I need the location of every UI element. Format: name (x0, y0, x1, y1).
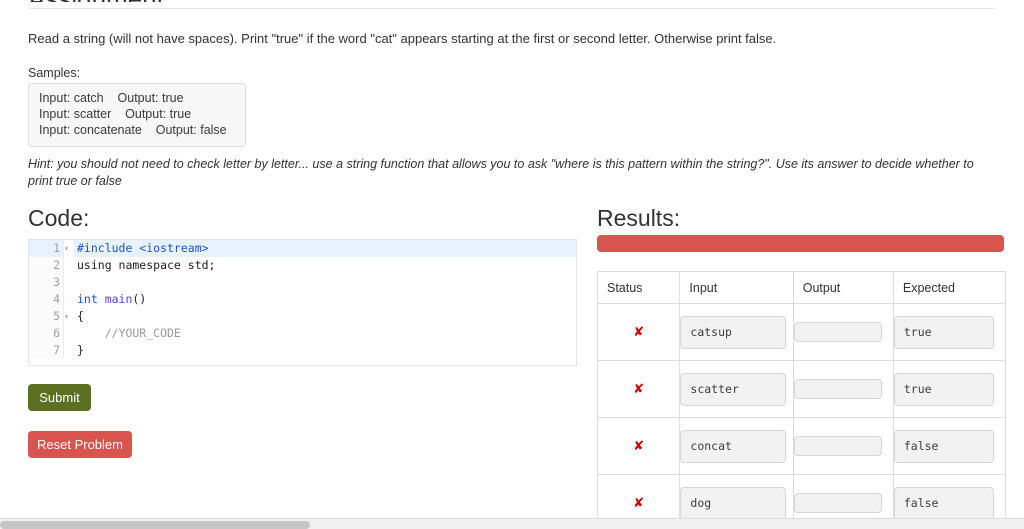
test-expected-field[interactable]: true (893, 372, 994, 406)
input-cell: catsup (679, 303, 794, 361)
page-title-text: Assignment (28, 0, 996, 2)
samples-box: Input: catch Output: true Input: scatter… (28, 83, 246, 147)
code-line[interactable]: 7} (29, 342, 576, 359)
code-line-text: int main() (77, 292, 147, 306)
samples-label: Samples: (28, 66, 81, 80)
expected-cell: false (892, 474, 1007, 519)
code-line-text (74, 274, 576, 291)
test-input-field[interactable]: catsup (680, 315, 787, 349)
test-input-field[interactable]: dog (680, 486, 787, 519)
fail-x-icon: ✘ (633, 496, 645, 511)
results-section-heading: Results: (597, 205, 681, 231)
output-cell (792, 474, 894, 519)
table-row: ✘ dog false (596, 474, 1007, 519)
submit-button[interactable]: Submit (28, 384, 91, 411)
gutter-divider (63, 257, 74, 274)
test-input-field[interactable]: scatter (680, 372, 787, 406)
results-table: Status Input Output Expected ✘ catsup true… (596, 271, 1007, 519)
input-cell: dog (679, 474, 794, 519)
code-line-text: #include <iostream> (74, 240, 576, 257)
header-divider (28, 8, 996, 9)
status-cell: ✘ (596, 360, 681, 418)
code-fold-toggle-icon[interactable]: ▾ (62, 308, 71, 325)
scrollbar-thumb[interactable] (0, 521, 310, 529)
sample-row: Input: scatter Output: true (39, 107, 192, 121)
table-header-row: Status Input Output Expected (596, 271, 1007, 304)
status-cell: ✘ (596, 474, 681, 519)
input-cell: concat (679, 417, 794, 475)
code-line[interactable]: 5 ▾ { (29, 308, 576, 325)
code-fold-toggle-icon[interactable]: ▾ (62, 240, 71, 257)
line-number: 3 (29, 274, 63, 291)
output-cell (792, 417, 894, 475)
line-number: 7 (29, 342, 63, 359)
line-number: 6 (29, 325, 63, 342)
column-header-expected: Expected (892, 271, 1007, 304)
code-editor[interactable]: 1 ▾ #include <iostream> 2 using namespace st… (28, 239, 577, 366)
cut-off-page-title: Assignment (28, 0, 996, 2)
fail-x-icon: ✘ (633, 382, 645, 397)
hint-text: Hint: you should not need to check lette… (28, 157, 974, 188)
results-progress-bar (597, 235, 1004, 252)
line-number: 4 (29, 291, 63, 308)
table-row: ✘ catsup true (596, 303, 1007, 361)
fail-x-icon: ✘ (633, 439, 645, 454)
status-cell: ✘ (596, 303, 681, 361)
horizontal-scrollbar[interactable] (0, 518, 1024, 529)
table-row: ✘ concat false (596, 417, 1007, 475)
test-expected-field[interactable]: false (893, 429, 994, 463)
line-number: 5 ▾ (29, 308, 69, 325)
gutter-divider (63, 274, 74, 291)
test-expected-field[interactable]: true (893, 315, 994, 349)
input-cell: scatter (679, 360, 794, 418)
gutter-divider (63, 325, 74, 342)
test-expected-field[interactable]: false (893, 486, 994, 519)
expected-cell: true (892, 303, 1007, 361)
code-section-heading: Code: (28, 205, 90, 231)
sample-row: Input: concatenate Output: false (39, 123, 227, 137)
gutter-divider (63, 342, 74, 359)
test-output-field[interactable] (793, 379, 882, 399)
line-number: 1 ▾ (29, 240, 69, 257)
code-line-text: } (77, 343, 84, 357)
line-number: 2 (29, 257, 63, 274)
test-output-field[interactable] (793, 493, 882, 513)
test-output-field[interactable] (793, 436, 882, 456)
output-cell (792, 303, 894, 361)
column-header-status: Status (596, 271, 681, 304)
expected-cell: false (892, 417, 1007, 475)
code-line-text: { (77, 309, 84, 323)
sample-row: Input: catch Output: true (39, 91, 184, 105)
reset-problem-button[interactable]: Reset Problem (28, 431, 132, 458)
fail-x-icon: ✘ (633, 325, 645, 340)
code-line[interactable]: 6 //YOUR_CODE (29, 325, 576, 342)
code-line[interactable]: 3 (29, 274, 576, 291)
table-row: ✘ scatter true (596, 360, 1007, 418)
expected-cell: true (892, 360, 1007, 418)
code-line[interactable]: 4 int main() (29, 291, 576, 308)
code-line[interactable]: 2 using namespace std; (29, 257, 576, 274)
test-input-field[interactable]: concat (680, 429, 787, 463)
test-output-field[interactable] (793, 322, 882, 342)
problem-statement: Read a string (will not have spaces). Pr… (28, 31, 777, 46)
gutter-divider (63, 291, 74, 308)
code-line-text: //YOUR_CODE (77, 326, 181, 340)
status-cell: ✘ (596, 417, 681, 475)
code-line-text: using namespace std; (77, 258, 216, 272)
code-line[interactable]: 1 ▾ #include <iostream> (29, 240, 576, 257)
problem-page: Assignment Read a string (will not have … (0, 0, 1024, 519)
column-header-input: Input (679, 271, 794, 304)
column-header-output: Output (792, 271, 894, 304)
output-cell (792, 360, 894, 418)
